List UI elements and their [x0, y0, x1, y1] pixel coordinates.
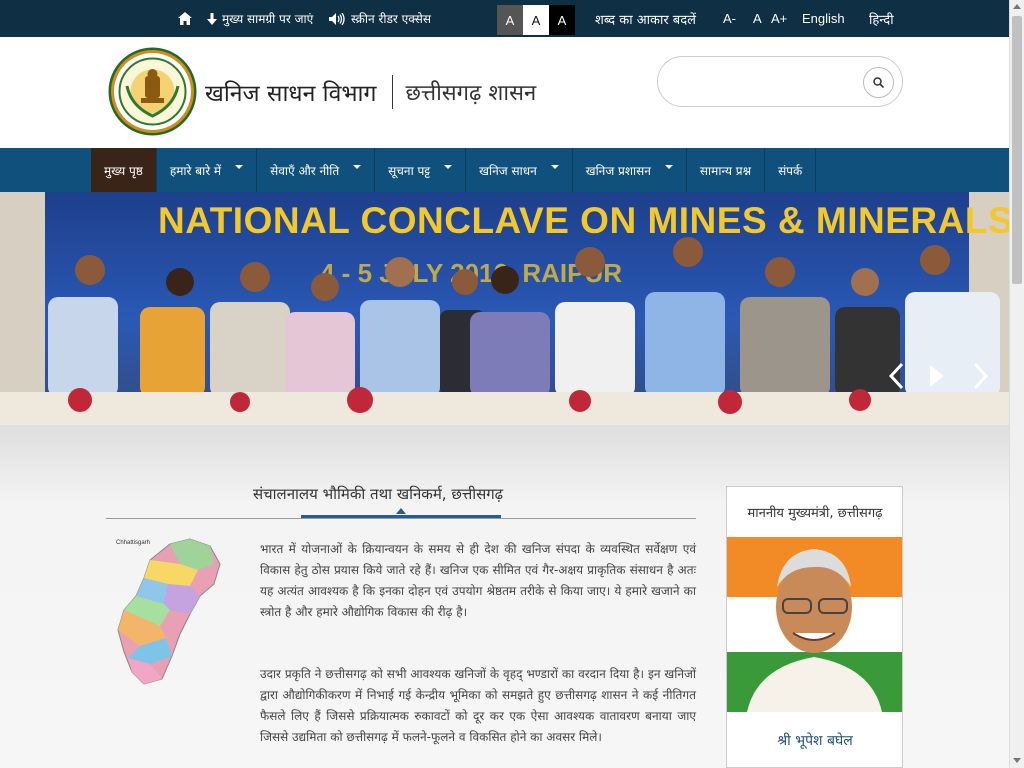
skip-label: मुख्य सामग्री पर जाएं [222, 12, 314, 26]
chhattisgarh-emblem-logo[interactable] [107, 46, 198, 137]
section-title-underline [106, 518, 696, 519]
scroll-down-arrow-icon[interactable] [1013, 758, 1021, 763]
intro-paragraph-2: उदार प्रकृति ने छत्तीसगढ़ को सभी आवश्यक … [260, 667, 696, 744]
nav-item-label: मुख्य पृष्ठ [104, 163, 143, 178]
search-input[interactable] [672, 69, 852, 95]
contrast-switcher: A A A [497, 5, 575, 35]
dropdown-caret-icon [664, 164, 673, 169]
site-header: खनिज साधन विभाग छत्तीसगढ़ शासन [0, 37, 1009, 148]
home-icon[interactable] [178, 0, 192, 37]
page-scrollbar[interactable] [1009, 0, 1024, 768]
search-icon [873, 77, 884, 88]
nav-item-4[interactable]: खनिज साधन [466, 148, 573, 192]
scroll-up-arrow-icon[interactable] [1013, 4, 1021, 9]
language-hindi-link[interactable]: हिन्दी [869, 0, 894, 37]
font-size-label: शब्द का आकार बदलें [595, 12, 696, 28]
search-button[interactable] [863, 67, 894, 98]
nav-item-1[interactable]: हमारे बारे में [157, 148, 258, 192]
contrast-white-button[interactable]: A [523, 5, 549, 35]
chief-minister-photo[interactable] [727, 537, 902, 712]
nav-item-5[interactable]: खनिज प्रशासन [573, 148, 687, 192]
nav-item-label: खनिज प्रशासन [585, 163, 651, 178]
font-normal-button[interactable]: A [753, 0, 762, 37]
nav-item-label: संपर्क [778, 163, 803, 178]
section-title-accent [301, 515, 501, 518]
contrast-black-button[interactable]: A [549, 5, 575, 35]
font-decrease-button[interactable]: A- [723, 0, 736, 37]
reader-label: स्क्रीन रीडर एक्सेस [351, 12, 431, 26]
brand-title: खनिज साधन विभाग छत्तीसगढ़ शासन [205, 75, 536, 109]
arrow-down-icon [207, 12, 217, 25]
dropdown-caret-icon [444, 164, 453, 169]
search-box [657, 56, 903, 107]
hero-carousel: NATIONAL CONCLAVE ON MINES & MINERALS 4 … [0, 192, 1009, 425]
speaker-icon [329, 12, 345, 25]
nav-item-0[interactable]: मुख्य पृष्ठ [91, 148, 157, 192]
carousel-prev-icon[interactable] [887, 362, 905, 390]
nav-item-label: सूचना पट्ट [388, 163, 431, 178]
nav-item-label: सामान्य प्रश्न [699, 163, 752, 178]
dropdown-caret-icon [550, 164, 559, 169]
section-title: संचालनालय भौमिकी तथा खनिकर्म, छत्तीसगढ़ [253, 485, 504, 503]
dropdown-caret-icon [235, 164, 244, 169]
font-increase-button[interactable]: A+ [771, 0, 787, 37]
nav-item-label: सेवाएँ और नीति [270, 163, 340, 178]
nav-item-label: खनिज साधन [479, 163, 537, 178]
banner-photo-people [0, 237, 1009, 425]
dropdown-caret-icon [353, 164, 362, 169]
contrast-gray-button[interactable]: A [497, 5, 523, 35]
scrollbar-thumb[interactable] [1012, 16, 1022, 284]
section-title-pointer [396, 508, 406, 514]
nav-item-6[interactable]: सामान्य प्रश्न [687, 148, 766, 192]
nav-item-7[interactable]: संपर्क [765, 148, 817, 192]
screen-reader-link[interactable]: स्क्रीन रीडर एक्सेस [329, 0, 431, 37]
nav-item-3[interactable]: सूचना पट्ट [375, 148, 467, 192]
language-english-link[interactable]: English [802, 0, 845, 37]
nav-item-label: हमारे बारे में [169, 163, 222, 178]
department-name: खनिज साधन विभाग [205, 81, 377, 107]
utility-bar: मुख्य सामग्री पर जाएं स्क्रीन रीडर एक्से… [0, 0, 1009, 37]
chief-minister-card: माननीय मुख्यमंत्री, छत्तीसगढ़ श्री भूपेश… [726, 486, 903, 768]
nav-item-2[interactable]: सेवाएँ और नीति [257, 148, 376, 192]
intro-paragraph-1: भारत में योजनाओं के क्रियान्वयन के समय स… [260, 542, 696, 619]
main-navigation: मुख्य पृष्ठ हमारे बारे में सेवाएँ और नीति स… [0, 148, 1009, 192]
chhattisgarh-map-image: Chhattisgarh [116, 538, 221, 685]
brand-divider [392, 75, 394, 109]
map-label: Chhattisgarh [116, 540, 150, 546]
carousel-next-icon[interactable] [972, 362, 990, 390]
chief-minister-title: माननीय मुख्यमंत्री, छत्तीसगढ़ [747, 506, 883, 521]
skip-to-content-link[interactable]: मुख्य सामग्री पर जाएं [207, 0, 313, 37]
carousel-play-icon[interactable] [928, 362, 946, 390]
chief-minister-name[interactable]: श्री भूपेश बघेल [727, 731, 903, 750]
government-name: छत्तीसगढ़ शासन [405, 81, 537, 106]
